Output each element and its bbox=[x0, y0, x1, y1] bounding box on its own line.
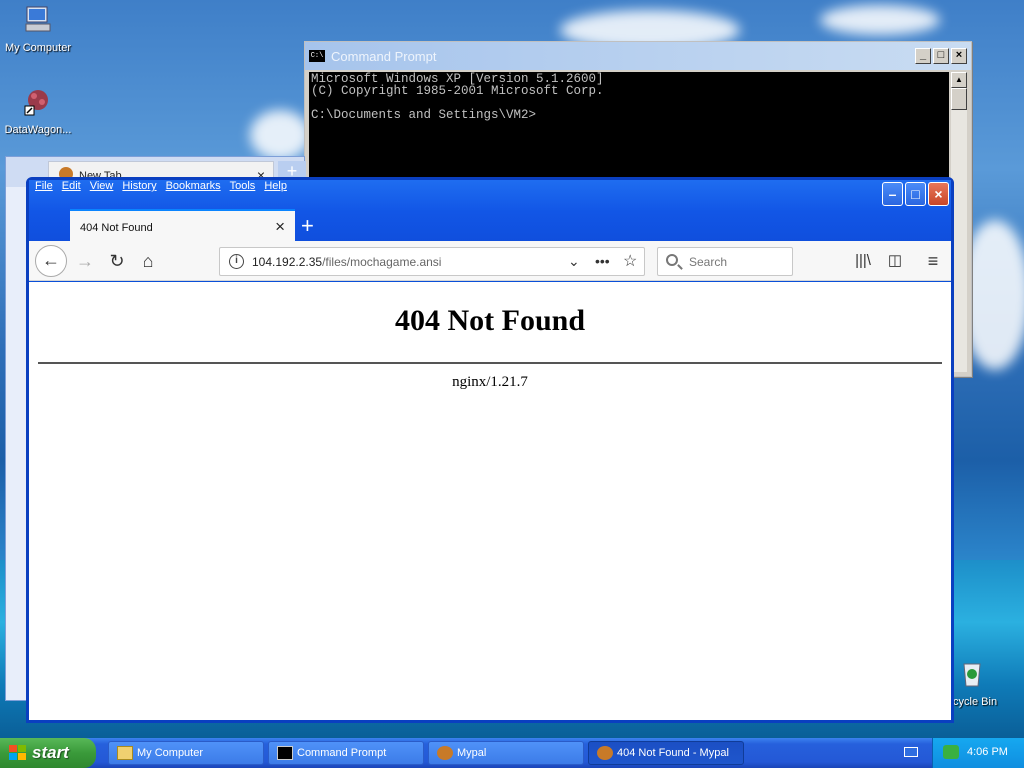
browser-titlebar[interactable]: File Edit View History Bookmarks Tools H… bbox=[29, 180, 951, 244]
menu-help[interactable]: Help bbox=[264, 180, 287, 196]
taskbar: start My Computer Command Prompt Mypal 4… bbox=[0, 738, 1024, 768]
scroll-up-icon[interactable]: ▲ bbox=[951, 72, 967, 88]
taskbar-button-404-mypal[interactable]: 404 Not Found - Mypal bbox=[588, 741, 744, 765]
scrollbar-thumb[interactable] bbox=[951, 88, 967, 110]
start-button[interactable]: start bbox=[0, 738, 96, 768]
folder-icon bbox=[117, 746, 133, 760]
taskbar-button-label: Mypal bbox=[457, 747, 487, 759]
new-tab-button[interactable]: + bbox=[301, 213, 314, 239]
minimize-button[interactable]: _ bbox=[915, 48, 931, 64]
server-signature: nginx/1.21.7 bbox=[452, 374, 528, 390]
search-icon bbox=[666, 254, 678, 266]
keyboard-layout-icon[interactable] bbox=[904, 747, 918, 757]
recycle-bin-icon bbox=[963, 663, 981, 687]
url-bar[interactable]: i 104.192.2.35/files/mochagame.ansi ⌄ ••… bbox=[219, 247, 645, 276]
menu-edit[interactable]: Edit bbox=[62, 180, 81, 196]
close-button[interactable]: × bbox=[928, 182, 949, 206]
menu-file[interactable]: File bbox=[35, 180, 53, 196]
browser-window[interactable]: File Edit View History Bookmarks Tools H… bbox=[26, 177, 954, 723]
taskbar-button-label: Command Prompt bbox=[297, 747, 387, 759]
mypal-icon bbox=[597, 746, 613, 760]
back-arrow-icon[interactable]: ← bbox=[35, 245, 67, 277]
tab-404-not-found[interactable]: 404 Not Found × bbox=[70, 209, 295, 243]
page-actions-icon[interactable]: ••• bbox=[595, 253, 610, 269]
library-icon[interactable]: |||\ bbox=[851, 249, 875, 273]
menu-bookmarks[interactable]: Bookmarks bbox=[166, 180, 221, 196]
navigation-toolbar: ← → ↻ ⌂ i 104.192.2.35/files/mochagame.a… bbox=[29, 241, 951, 281]
cmd-icon bbox=[277, 746, 293, 760]
page-heading: 404 Not Found bbox=[394, 304, 586, 337]
start-label: start bbox=[32, 743, 69, 762]
forward-arrow-icon[interactable]: → bbox=[73, 249, 97, 273]
taskbar-button-label: My Computer bbox=[137, 747, 204, 759]
desktop-icon-my-computer[interactable]: My Computer bbox=[0, 4, 76, 54]
command-prompt-titlebar[interactable]: C:\ Command Prompt _ □ × bbox=[305, 42, 971, 70]
url-path: /files/mochagame.ansi bbox=[322, 255, 442, 269]
taskbar-button-command-prompt[interactable]: Command Prompt bbox=[268, 741, 424, 765]
tab-label: 404 Not Found bbox=[80, 222, 153, 234]
window-title: Command Prompt bbox=[331, 48, 437, 64]
maximize-button[interactable]: □ bbox=[905, 182, 926, 206]
menu-history[interactable]: History bbox=[122, 180, 156, 196]
mypal-icon bbox=[437, 746, 453, 760]
desktop-icon-label: My Computer bbox=[4, 42, 72, 54]
desktop-icon-datawagon[interactable]: DataWagon... bbox=[0, 86, 76, 136]
network-icon[interactable] bbox=[943, 745, 959, 759]
my-computer-icon bbox=[25, 6, 51, 32]
clock[interactable]: 4:06 PM bbox=[967, 746, 1008, 758]
minimize-button[interactable]: – bbox=[882, 182, 903, 206]
sidebar-icon[interactable]: ◫ bbox=[883, 249, 907, 273]
taskbar-button-mypal[interactable]: Mypal bbox=[428, 741, 584, 765]
page-content: 404 Not Found nginx/1.21.7 bbox=[29, 282, 951, 720]
bookmark-star-icon[interactable]: ☆ bbox=[623, 251, 637, 271]
chevron-down-icon[interactable]: ⌄ bbox=[568, 253, 580, 270]
close-button[interactable]: × bbox=[951, 48, 967, 64]
menu-bar: File Edit View History Bookmarks Tools H… bbox=[35, 180, 287, 196]
menu-view[interactable]: View bbox=[90, 180, 114, 196]
datawagon-icon bbox=[24, 90, 48, 116]
taskbar-button-my-computer[interactable]: My Computer bbox=[108, 741, 264, 765]
windows-logo-icon bbox=[9, 745, 26, 760]
search-placeholder: Search bbox=[689, 255, 728, 269]
home-icon[interactable]: ⌂ bbox=[136, 249, 160, 273]
close-tab-icon[interactable]: × bbox=[275, 217, 285, 237]
cmd-icon: C:\ bbox=[309, 50, 325, 62]
menu-tools[interactable]: Tools bbox=[230, 180, 256, 196]
info-icon[interactable]: i bbox=[229, 254, 244, 269]
divider bbox=[38, 362, 942, 364]
desktop-icon-label: DataWagon... bbox=[4, 124, 72, 136]
reload-icon[interactable]: ↻ bbox=[105, 249, 129, 273]
url-host: 104.192.2.35 bbox=[252, 255, 323, 269]
hamburger-menu-icon[interactable]: ≡ bbox=[921, 249, 945, 273]
maximize-button[interactable]: □ bbox=[933, 48, 949, 64]
taskbar-button-label: 404 Not Found - Mypal bbox=[617, 747, 729, 759]
search-input[interactable]: Search bbox=[657, 247, 793, 276]
system-tray: 4:06 PM bbox=[932, 738, 1024, 768]
